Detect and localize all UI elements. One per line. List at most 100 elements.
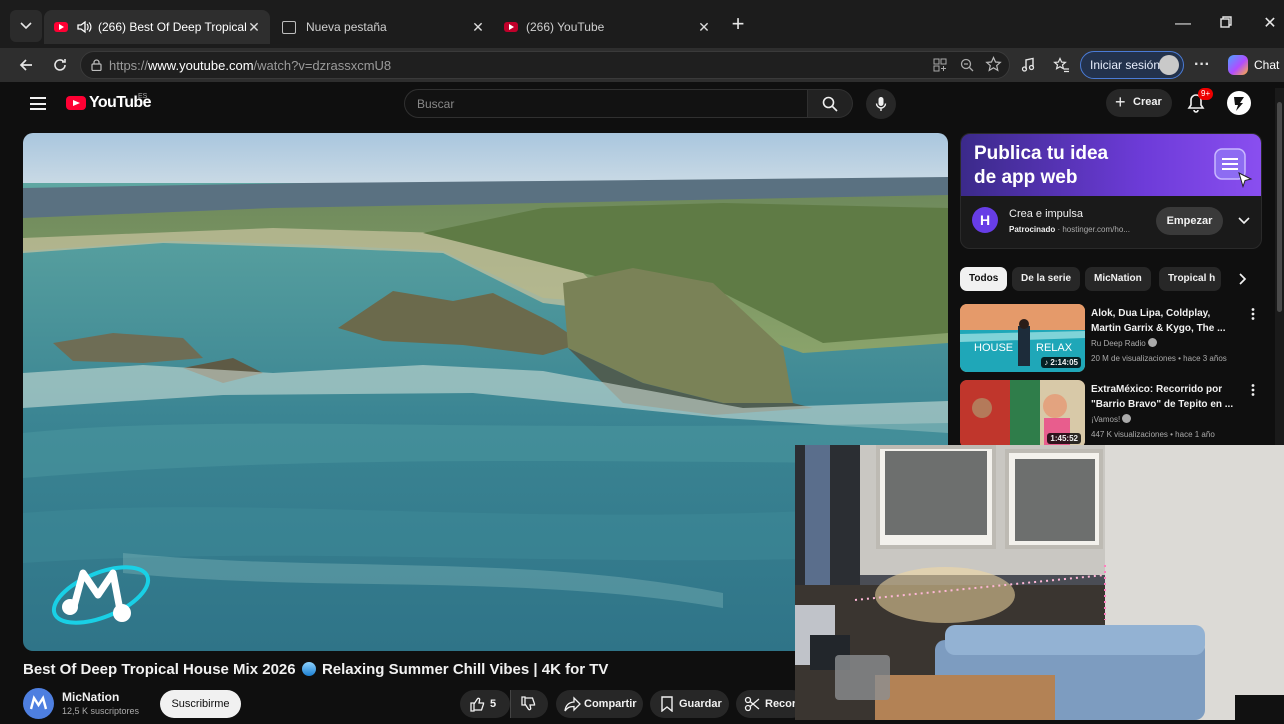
close-tab-icon[interactable]: ✕: [246, 19, 262, 35]
search-input[interactable]: Buscar: [404, 89, 808, 118]
search-placeholder: Buscar: [417, 97, 455, 111]
favorites-button[interactable]: [1050, 54, 1072, 76]
clip-label: Recor: [765, 698, 797, 710]
youtube-logo-icon[interactable]: [66, 96, 86, 110]
reload-button[interactable]: [49, 54, 71, 76]
chevron-down-icon[interactable]: [1236, 212, 1252, 228]
sign-in-label: Iniciar sesión: [1090, 58, 1161, 72]
close-tab-icon[interactable]: ✕: [470, 19, 486, 35]
dislike-button[interactable]: [510, 690, 548, 718]
recommended-video-title[interactable]: Alok, Dua Lipa, Coldplay, Martin Garrix …: [1091, 306, 1239, 336]
ad-headline: Publica tu idea de app web: [974, 142, 1194, 190]
recommended-video-stats: 20 M de visualizaciones • hace 3 años: [1091, 354, 1227, 363]
chip-from-series[interactable]: De la serie: [1012, 267, 1081, 291]
chevron-right-icon[interactable]: [1234, 271, 1250, 287]
search-button[interactable]: [808, 89, 853, 118]
lock-icon[interactable]: [91, 59, 102, 71]
back-button[interactable]: [15, 54, 37, 76]
ad-headline-line1: Publica tu idea: [974, 143, 1109, 164]
video-title: Best Of Deep Tropical House Mix 2026 Rel…: [23, 661, 608, 678]
notification-count-badge: 9+: [1198, 88, 1214, 100]
music-note-icon: [1021, 57, 1035, 72]
more-actions-icon[interactable]: [1251, 308, 1255, 320]
sign-in-button[interactable]: Iniciar sesión: [1080, 51, 1184, 79]
back-arrow-icon: [19, 59, 32, 71]
address-bar[interactable]: https://www.youtube.com/watch?v=dzrassxc…: [80, 51, 1010, 79]
close-tab-icon[interactable]: ✕: [696, 19, 712, 35]
chip-tropical-house[interactable]: Tropical h: [1159, 267, 1221, 291]
copilot-icon[interactable]: [1228, 55, 1248, 75]
subscriber-count: 12,5 K suscriptores: [62, 706, 140, 716]
channel-name[interactable]: MicNation: [62, 690, 119, 704]
save-button[interactable]: Guardar: [650, 690, 729, 718]
share-label: Compartir: [584, 698, 637, 710]
channel-name: Ru Deep Radio: [1091, 339, 1146, 348]
tab-new-tab[interactable]: Nueva pestaña ✕: [272, 10, 494, 44]
chip-micnation[interactable]: MicNation: [1085, 267, 1151, 291]
chevron-down-icon: [20, 22, 32, 30]
recommended-video-channel[interactable]: Ru Deep Radio: [1091, 338, 1157, 348]
new-tab-button[interactable]: +: [728, 13, 748, 35]
chat-button-label[interactable]: Chat: [1254, 58, 1279, 72]
minimize-button[interactable]: —: [1173, 14, 1193, 34]
youtube-masthead: YouTube ES Buscar + Crear 9+: [10, 84, 1274, 124]
ad-meta: Patrocinado · hostinger.com/ho...: [1009, 225, 1130, 234]
video-thumbnail[interactable]: HOUSE RELAX ♪ 2:14:05: [960, 304, 1085, 372]
zoom-icon[interactable]: [959, 57, 975, 73]
plus-icon: +: [1115, 92, 1126, 112]
subscribe-button[interactable]: Suscribirme: [160, 690, 241, 718]
profile-avatar-icon: [1159, 55, 1179, 75]
chip-all[interactable]: Todos: [960, 267, 1008, 291]
reload-icon: [54, 59, 66, 71]
like-button[interactable]: 5: [460, 690, 510, 718]
micnation-avatar-logo-icon: [29, 695, 48, 710]
webcam-room-image: [795, 445, 1284, 720]
app-available-icon[interactable]: [932, 57, 948, 73]
sponsored-ad-card[interactable]: Publica tu idea de app web H Crea e impu…: [960, 133, 1262, 249]
video-thumbnail[interactable]: 1:45:52: [960, 380, 1085, 448]
voice-search-button[interactable]: [866, 89, 896, 119]
microphone-icon: [875, 97, 887, 111]
channel-avatar[interactable]: [23, 688, 54, 719]
tab-video[interactable]: (266) Best Of Deep Tropical H ✕: [44, 10, 270, 44]
recommended-video-channel[interactable]: ¡Vamos!: [1091, 414, 1132, 424]
recommended-video[interactable]: HOUSE RELAX ♪ 2:14:05 Alok, Dua Lipa, Co…: [960, 304, 1260, 372]
speaker-icon[interactable]: [76, 20, 92, 34]
duration-value: 2:14:05: [1050, 358, 1078, 367]
page-icon: [282, 20, 296, 34]
restore-button[interactable]: [1216, 14, 1236, 34]
micnation-watermark-logo: [51, 565, 151, 625]
hostinger-logo-icon[interactable]: H: [972, 207, 998, 233]
video-duration: ♪ 2:14:05: [1041, 357, 1081, 368]
thumbnail-text-relax: RELAX: [1036, 342, 1073, 354]
close-window-button[interactable]: ✕: [1260, 14, 1280, 34]
guide-menu-icon[interactable]: [30, 97, 46, 110]
more-actions-icon[interactable]: [1251, 384, 1255, 396]
ad-cta-button[interactable]: Empezar: [1156, 207, 1223, 235]
ad-banner-image[interactable]: Publica tu idea de app web: [961, 134, 1261, 196]
share-button[interactable]: Compartir: [556, 690, 643, 718]
thumbnail-text-house: HOUSE: [974, 342, 1014, 354]
scrollbar-thumb[interactable]: [1277, 102, 1282, 312]
ad-sponsored-label: Patrocinado: [1009, 225, 1056, 234]
create-button[interactable]: + Crear: [1106, 89, 1172, 117]
account-logo-icon: [1234, 97, 1244, 111]
favorite-star-icon[interactable]: [985, 56, 1002, 73]
share-arrow-icon: [564, 696, 581, 712]
tab-youtube[interactable]: (266) YouTube ✕: [494, 10, 720, 44]
url-text: https://www.youtube.com/watch?v=dzrassxc…: [109, 58, 391, 73]
search-icon: [822, 96, 838, 112]
music-extension-button[interactable]: [1017, 54, 1039, 76]
tab-actions-menu-button[interactable]: [10, 10, 42, 42]
account-avatar[interactable]: [1227, 91, 1251, 115]
recommended-video-stats: 447 K visualizaciones • hace 1 año: [1091, 430, 1215, 439]
favorites-list-icon: [1052, 57, 1069, 73]
scissors-icon: [744, 696, 760, 712]
bookmark-icon: [661, 696, 673, 712]
ad-title[interactable]: Crea e impulsa: [1009, 208, 1083, 220]
recommended-video[interactable]: 1:45:52 ExtraMéxico: Recorrido por "Barr…: [960, 380, 1260, 448]
save-label: Guardar: [679, 698, 722, 710]
recommended-video-title[interactable]: ExtraMéxico: Recorrido por "Barrio Bravo…: [1091, 382, 1239, 412]
more-options-button[interactable]: ···: [1191, 54, 1213, 76]
browser-toolbar: https://www.youtube.com/watch?v=dzrassxc…: [0, 48, 1284, 82]
